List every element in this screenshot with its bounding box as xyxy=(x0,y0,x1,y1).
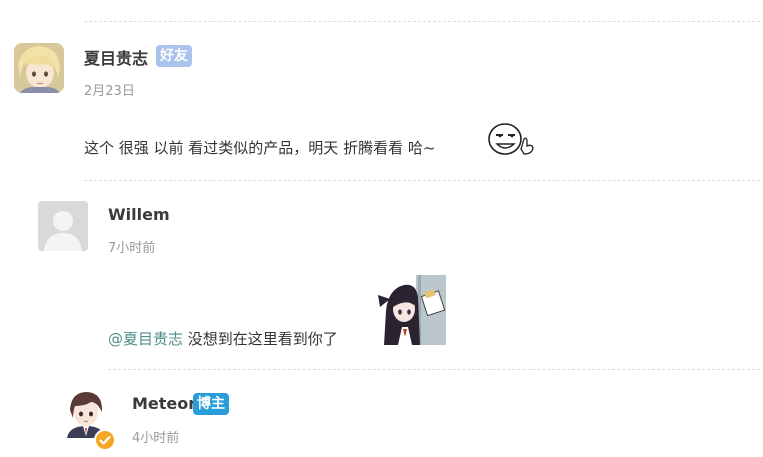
default-user-icon xyxy=(38,201,88,251)
friend-badge: 好友 xyxy=(156,45,192,67)
user-mention-link[interactable]: @夏目贵志 xyxy=(108,330,183,348)
comment-date: 4小时前 xyxy=(132,431,180,446)
comment-divider xyxy=(84,21,760,22)
comment-text-body: 没想到在这里看到你了 xyxy=(187,330,338,348)
comment-divider xyxy=(108,369,760,370)
avatar[interactable] xyxy=(38,201,88,251)
comment-divider xyxy=(84,180,760,181)
avatar[interactable] xyxy=(14,43,64,93)
anime-girl-holding-note-sticker xyxy=(376,275,446,345)
comment-author[interactable]: 夏目贵志 xyxy=(84,45,148,69)
blogger-badge: 博主 xyxy=(193,393,229,415)
comment-date: 7小时前 xyxy=(108,241,156,256)
comment-author[interactable]: Willem xyxy=(108,205,170,224)
comment-author[interactable]: Meteor xyxy=(132,394,196,413)
comment-date: 2月23日 xyxy=(84,84,135,99)
check-badge-icon xyxy=(94,429,116,451)
anime-boy-avatar-icon xyxy=(14,43,64,93)
comment-text: 这个 很强 以前 看过类似的产品，明天 折腾看看 哈~ xyxy=(84,139,436,157)
avatar[interactable] xyxy=(61,388,116,451)
smug-face-emoji xyxy=(486,122,536,156)
comment-text: @夏目贵志 没想到在这里看到你了 xyxy=(108,328,338,349)
